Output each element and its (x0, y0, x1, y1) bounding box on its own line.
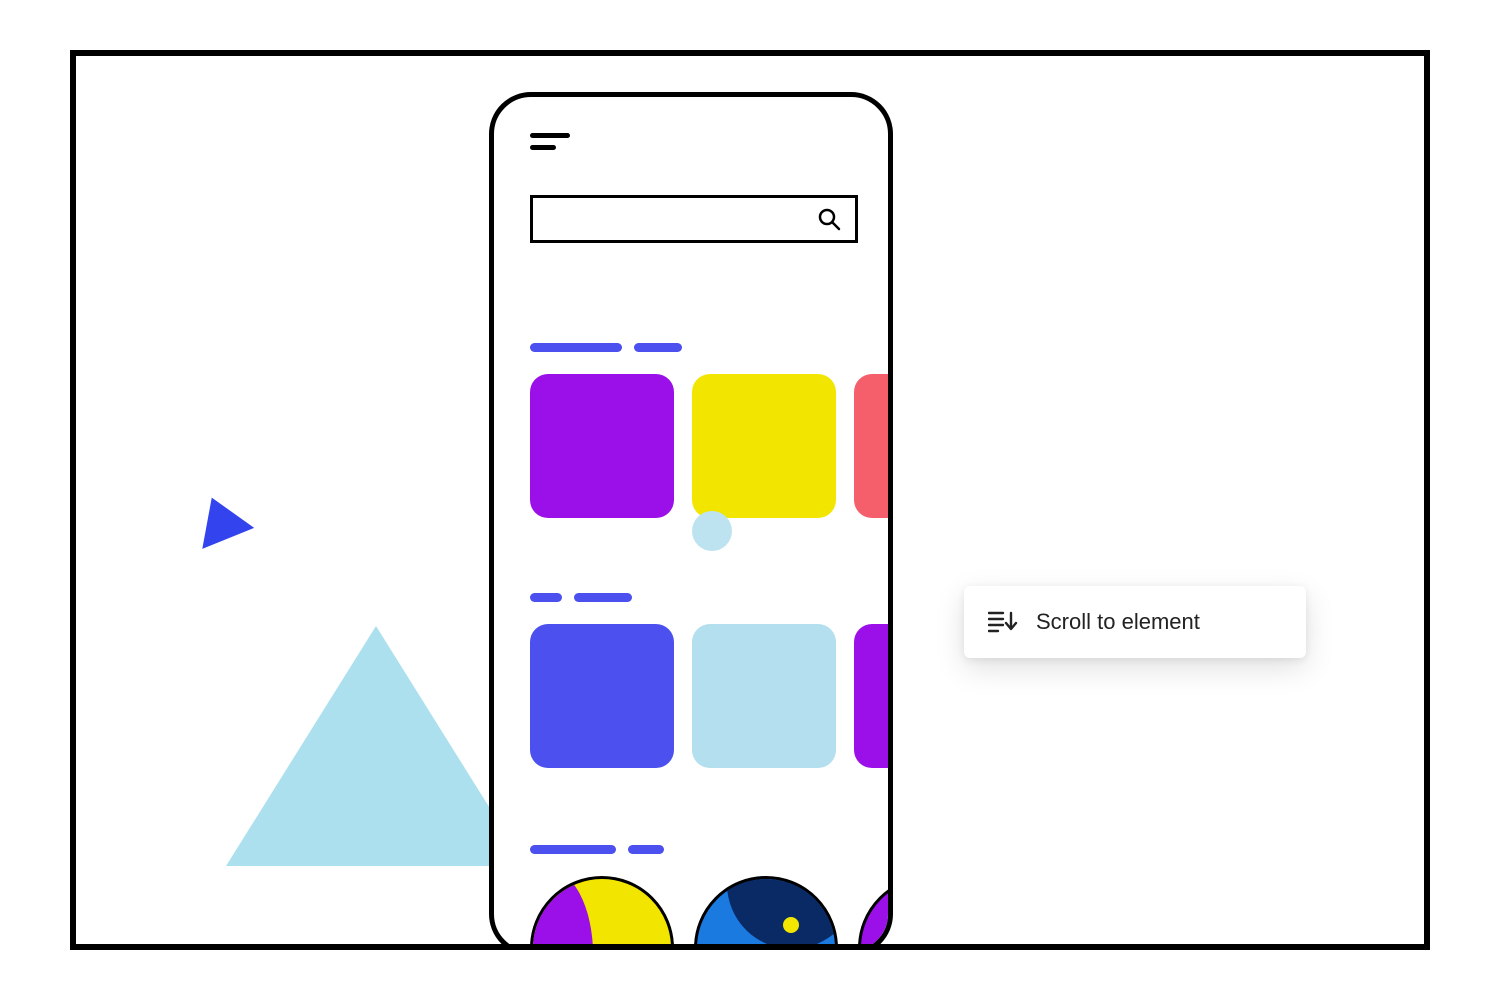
card-row[interactable] (530, 374, 893, 518)
search-input[interactable] (530, 195, 858, 243)
cursor-indicator (692, 511, 732, 551)
heading-placeholder (530, 593, 562, 602)
card-item[interactable] (530, 374, 674, 518)
heading-placeholder (530, 845, 616, 854)
heading-placeholder (530, 343, 622, 352)
heading-placeholder (628, 845, 664, 854)
search-icon (817, 207, 841, 231)
scroll-to-element-icon (988, 610, 1018, 634)
scroll-to-element-callout[interactable]: Scroll to element (964, 586, 1306, 658)
section-heading (530, 593, 893, 602)
card-item[interactable] (692, 374, 836, 518)
section-heading (530, 343, 893, 352)
card-item[interactable] (854, 374, 893, 518)
content-section-3 (530, 845, 893, 950)
circle-item[interactable] (858, 876, 893, 950)
section-heading (530, 845, 893, 854)
phone-frame (489, 92, 893, 950)
circle-item[interactable] (694, 876, 838, 950)
circle-row[interactable] (530, 876, 893, 950)
illustration-canvas: Scroll to element (70, 50, 1430, 950)
card-item[interactable] (854, 624, 893, 768)
heading-placeholder (634, 343, 682, 352)
card-row[interactable] (530, 624, 893, 768)
content-section-2 (530, 593, 893, 768)
heading-placeholder (574, 593, 632, 602)
circle-item[interactable] (530, 876, 674, 950)
decor-triangle-large (226, 626, 526, 866)
callout-label: Scroll to element (1036, 609, 1200, 635)
menu-icon[interactable] (530, 133, 570, 153)
card-item[interactable] (692, 624, 836, 768)
decor-triangle-small (186, 487, 254, 549)
content-section-1 (530, 343, 893, 518)
card-item[interactable] (530, 624, 674, 768)
